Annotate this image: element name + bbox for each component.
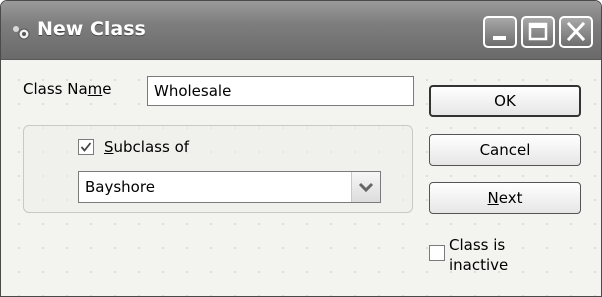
new-class-dialog: New Class Class Name Wholesale Subclass …	[0, 0, 602, 297]
maximize-icon	[528, 22, 548, 41]
class-name-input[interactable]: Wholesale	[147, 76, 414, 106]
inactive-label[interactable]: Class is inactive	[449, 235, 508, 275]
inactive-checkbox[interactable]	[429, 245, 445, 261]
cancel-button[interactable]: Cancel	[429, 134, 581, 166]
class-name-label: Class Name	[23, 80, 112, 98]
next-button[interactable]: Next	[429, 182, 581, 214]
maximize-button[interactable]	[521, 16, 555, 48]
ok-button[interactable]: OK	[429, 85, 581, 117]
minimize-icon	[493, 36, 506, 40]
close-icon	[566, 21, 586, 42]
subclass-label[interactable]: Subclass of	[104, 138, 189, 156]
subclass-selected-value: Bayshore	[85, 178, 155, 196]
subclass-checkbox[interactable]	[78, 139, 94, 155]
checkmark-icon	[80, 142, 92, 152]
title-bar[interactable]: New Class	[1, 1, 601, 60]
app-icon	[13, 26, 30, 40]
dialog-body: Class Name Wholesale Subclass of Bayshor…	[1, 60, 601, 296]
close-button[interactable]	[559, 16, 593, 48]
subclass-group: Subclass of Bayshore	[23, 125, 413, 213]
minimize-button[interactable]	[483, 16, 517, 48]
window-title: New Class	[37, 18, 146, 40]
dropdown-arrow[interactable]	[351, 172, 380, 202]
chevron-down-icon	[358, 182, 374, 193]
subclass-dropdown[interactable]: Bayshore	[78, 171, 381, 203]
